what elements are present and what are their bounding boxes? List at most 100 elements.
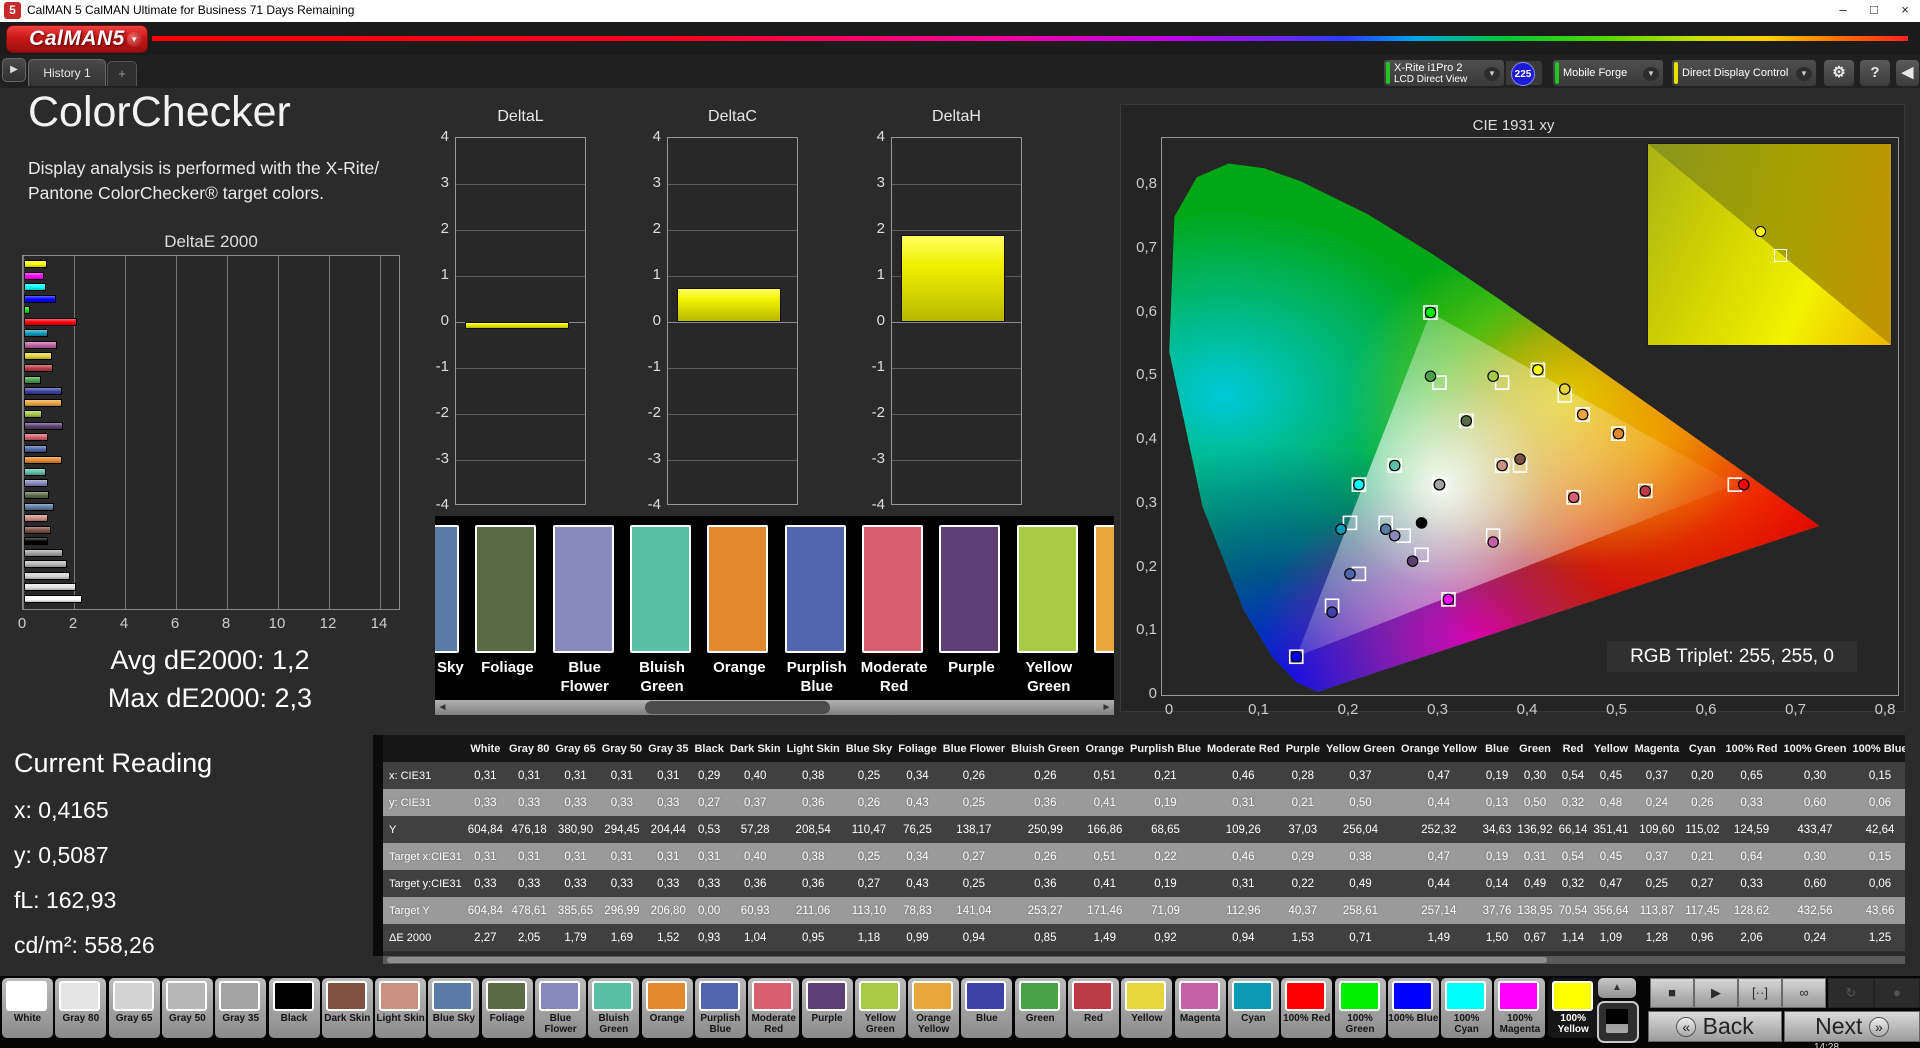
add-tab-button[interactable]: + (107, 61, 137, 86)
display-control-dropdown[interactable]: Direct Display Control ▼ (1671, 59, 1817, 87)
patch-tile-black[interactable]: Black (268, 978, 320, 1038)
patch-tile-cyan[interactable]: Cyan (1227, 978, 1279, 1038)
patch-tile-red[interactable]: Red (1068, 978, 1119, 1038)
patch-tile-purplish-blue[interactable]: Purplish Blue (694, 978, 746, 1038)
next-button[interactable]: Next » (1784, 1011, 1920, 1042)
patch-tile-purple[interactable]: Purple (801, 978, 853, 1038)
patch-tile-100-cyan[interactable]: 100% Cyan (1441, 978, 1493, 1038)
table-cell: 0,31 (552, 843, 599, 870)
meter-dropdown[interactable]: X-Rite i1Pro 2 LCD Direct View ▼ (1383, 59, 1505, 87)
patch-tile-orange[interactable]: Orange (641, 978, 693, 1038)
deltae-bar-blue-sky (24, 502, 55, 511)
patch-name: Gray 50 (169, 1013, 206, 1024)
patch-tile-100-green[interactable]: 100% Green (1334, 978, 1386, 1038)
table-cell: 117,45 (1682, 897, 1723, 924)
patch-tile-light-skin[interactable]: Light Skin (375, 978, 427, 1038)
cie-y-tick: 0,2 (1136, 557, 1157, 575)
patch-tile-gray-80[interactable]: Gray 80 (55, 978, 107, 1038)
col-header: Orange (1082, 735, 1128, 762)
patch-tile-gray-50[interactable]: Gray 50 (161, 978, 213, 1038)
patch-strip-scrollbar[interactable]: ◄ ► (435, 700, 1114, 715)
table-cell: 1,79 (552, 924, 599, 951)
patch-tile-orange-yellow[interactable]: Orange Yellow (908, 978, 960, 1038)
row-label: Target x:CIE31 (383, 843, 465, 870)
patch-tile-foliage[interactable]: Foliage (481, 978, 533, 1038)
patch-tile-blue[interactable]: Blue (961, 978, 1013, 1038)
gridline (668, 414, 797, 415)
patch-tile-100-magenta[interactable]: 100% Magenta (1494, 978, 1546, 1038)
scroll-right-icon[interactable]: ► (1099, 700, 1114, 715)
close-button[interactable]: × (1890, 0, 1920, 21)
deltae-bar-magenta (24, 340, 57, 349)
patch-tile-bluish-green[interactable]: Bluish Green (588, 978, 640, 1038)
table-cell: 43,66 (1849, 897, 1905, 924)
maximize-button[interactable]: □ (1859, 0, 1889, 21)
deltal-bar (465, 322, 569, 329)
patch-color (698, 981, 740, 1011)
scrollbar-thumb[interactable] (645, 701, 830, 714)
patch-label: Bluish Green (639, 659, 685, 695)
measured-point-black (1415, 517, 1428, 529)
table-cell: 68,65 (1127, 816, 1204, 843)
patch-tile-gray-35[interactable]: Gray 35 (215, 978, 267, 1038)
table-cell: 0,33 (645, 789, 692, 816)
table-cell: 0,31 (464, 762, 506, 789)
patch-tile-green[interactable]: Green (1014, 978, 1066, 1038)
table-cell: 0,96 (1682, 924, 1723, 951)
patch-preview-strip: Sky Foliage Blue Flower Bluish Green Orange P… (435, 516, 1114, 700)
patch-tile-yellow-green[interactable]: Yellow Green (854, 978, 906, 1038)
measured-point-red (1639, 485, 1652, 497)
table-scrollbar[interactable] (383, 956, 1905, 964)
table-cell: 0,22 (1282, 870, 1323, 897)
patch-tile-dark-skin[interactable]: Dark Skin (321, 978, 373, 1038)
patch-tile-yellow[interactable]: Yellow (1121, 978, 1173, 1038)
table-scrollbar-thumb[interactable] (387, 957, 1547, 963)
patch-color (1391, 981, 1433, 1011)
gridline (668, 184, 797, 185)
patch-name: 100% Yellow (1557, 1013, 1589, 1035)
source-dropdown[interactable]: Mobile Forge ▼ (1552, 59, 1664, 87)
calman-menu-button[interactable]: CalMAN5 ▼ (6, 25, 148, 53)
table-cell: 0,27 (939, 843, 1009, 870)
pattern-window-button[interactable] (1597, 1001, 1639, 1043)
table-cell: 66,14 (1555, 816, 1591, 843)
collapse-button[interactable]: ◀ (1895, 59, 1920, 87)
tab-scroll-button[interactable]: ▶ (2, 58, 26, 82)
window-title: CalMAN 5 CalMAN Ultimate for Business 71… (27, 3, 355, 17)
table-cell: 0,45 (1590, 762, 1632, 789)
patch-tile-gray-65[interactable]: Gray 65 (108, 978, 160, 1038)
stop-button[interactable]: ■ (1650, 978, 1694, 1008)
scroll-left-icon[interactable]: ◄ (435, 700, 450, 715)
y-tick-label: -1 (435, 358, 449, 375)
patch-size-up-button[interactable]: ▲ (1598, 978, 1636, 998)
table-cell: 433,47 (1780, 816, 1850, 843)
measured-point-blue-sky (1379, 523, 1392, 536)
patch-tile-100-red[interactable]: 100% Red (1281, 978, 1333, 1038)
reading-x: x: 0,4165 (14, 797, 109, 823)
table-cell: 0,33 (691, 870, 727, 897)
table-cell: 60,93 (726, 897, 784, 924)
patch-tile-moderate-red[interactable]: Moderate Red (748, 978, 800, 1038)
patch-tile-blue-sky[interactable]: Blue Sky (428, 978, 480, 1038)
help-button[interactable]: ? (1859, 59, 1891, 87)
patch-tile-100-blue[interactable]: 100% Blue (1387, 978, 1439, 1038)
back-button[interactable]: « Back (1648, 1011, 1782, 1042)
col-header: Dark Skin (726, 735, 784, 762)
col-header: 100% Blue (1849, 735, 1905, 762)
pattern-step-button[interactable]: [··] (1738, 978, 1782, 1008)
table-cell: 0,99 (895, 924, 940, 951)
settings-button[interactable]: ⚙ (1823, 59, 1855, 87)
gridline (456, 414, 585, 415)
play-button[interactable]: ▶ (1694, 978, 1738, 1008)
tab-history-1[interactable]: History 1 (28, 59, 106, 86)
row-label: Target Y (383, 897, 465, 924)
patch-tile-blue-flower[interactable]: Blue Flower (535, 978, 586, 1038)
minimize-button[interactable]: – (1828, 0, 1858, 21)
patch-tile-magenta[interactable]: Magenta (1174, 978, 1226, 1038)
desc-line2: Pantone ColorChecker® target colors. (28, 183, 324, 203)
deltae-bar-blue-flower (24, 479, 48, 488)
patch-tile-100-yellow[interactable]: 100% Yellow (1547, 978, 1599, 1038)
loop-button[interactable]: ∞ (1782, 978, 1826, 1008)
y-tick-label: -4 (871, 496, 885, 513)
patch-tile-white[interactable]: White (2, 978, 53, 1038)
